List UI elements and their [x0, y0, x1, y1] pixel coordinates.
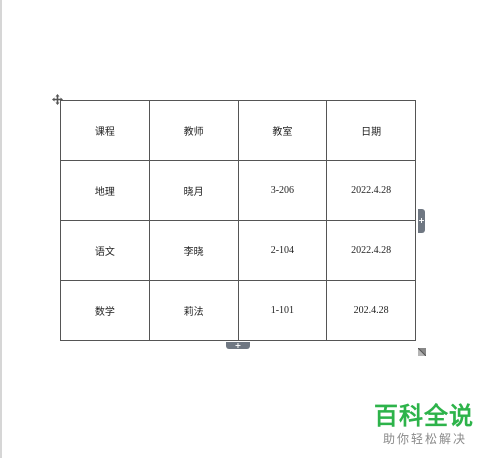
table-cell[interactable]: 1-101 [237, 280, 328, 341]
course-table[interactable]: 课程 教师 教室 日期 地理 晓月 3-206 2022.4.28 语文 李晓 … [60, 100, 416, 341]
plus-icon: + [234, 341, 242, 350]
page-left-border [0, 0, 2, 458]
add-row-button[interactable]: + [226, 341, 250, 350]
table-row: 数学 莉法 1-101 202.4.28 [60, 280, 416, 341]
watermark-title: 百科全说 [374, 402, 474, 430]
table-container: 课程 教师 教室 日期 地理 晓月 3-206 2022.4.28 语文 李晓 … [60, 100, 416, 341]
table-header-cell[interactable]: 课程 [60, 100, 150, 161]
watermark-subtitle: 助你轻松解决 [383, 432, 468, 446]
add-column-button[interactable]: + [418, 209, 425, 233]
table-cell[interactable]: 3-206 [237, 160, 328, 221]
table-resize-icon[interactable] [417, 343, 427, 357]
table-header-cell[interactable]: 教室 [237, 100, 328, 161]
table-cell[interactable]: 数学 [60, 280, 150, 341]
document-page: 课程 教师 教室 日期 地理 晓月 3-206 2022.4.28 语文 李晓 … [0, 0, 500, 458]
table-row: 地理 晓月 3-206 2022.4.28 [60, 160, 416, 221]
table-cell[interactable]: 2022.4.28 [326, 160, 416, 221]
table-cell[interactable]: 2022.4.28 [326, 220, 416, 281]
table-row: 语文 李晓 2-104 2022.4.28 [60, 220, 416, 281]
table-header-row: 课程 教师 教室 日期 [60, 100, 416, 161]
plus-icon: + [418, 216, 425, 225]
table-cell[interactable]: 李晓 [148, 220, 239, 281]
table-cell[interactable]: 地理 [60, 160, 150, 221]
table-header-cell[interactable]: 教师 [148, 100, 239, 161]
table-cell[interactable]: 202.4.28 [326, 280, 416, 341]
table-header-cell[interactable]: 日期 [326, 100, 416, 161]
table-cell[interactable]: 晓月 [148, 160, 239, 221]
table-cell[interactable]: 莉法 [148, 280, 239, 341]
table-cell[interactable]: 2-104 [237, 220, 328, 281]
resize-corner-icon [417, 347, 427, 357]
table-cell[interactable]: 语文 [60, 220, 150, 281]
